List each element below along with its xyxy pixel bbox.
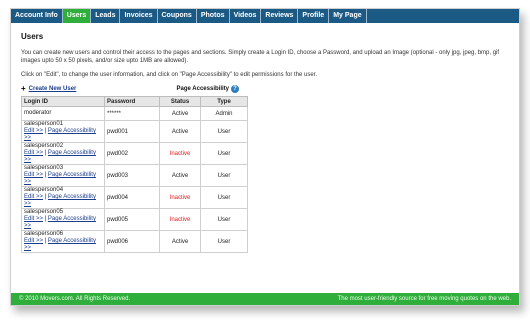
password-cell: pwd002 — [104, 142, 160, 165]
edit-link[interactable]: Edit >> — [24, 238, 43, 244]
type-cell: User — [200, 230, 248, 253]
type-cell: Admin — [200, 106, 248, 121]
edit-link[interactable]: Edit >> — [24, 172, 43, 178]
edit-link[interactable]: Edit >> — [24, 128, 43, 134]
login-id: moderator — [24, 110, 52, 116]
login-id: salesperson06 — [24, 231, 64, 237]
header-type: Type — [200, 96, 248, 107]
status-cell: Active — [159, 164, 201, 187]
nav-tab-profile[interactable]: Profile — [298, 9, 330, 23]
footer-tagline: The most user-friendly source for free m… — [337, 296, 511, 302]
header-status: Status — [159, 96, 201, 107]
nav-tab-photos[interactable]: Photos — [197, 9, 230, 23]
table-toolbar: + Create New User Page Accessibility ? — [21, 85, 245, 95]
login-id: salesperson05 — [24, 209, 64, 215]
table-row: salesperson03 Edit >> | Page Accessibilit… — [21, 164, 248, 187]
login-cell: salesperson05 Edit >> | Page Accessibilit… — [21, 208, 105, 231]
row-actions: Edit >> | Page Accessibility >> — [24, 128, 102, 142]
nav-tab-videos[interactable]: Videos — [230, 9, 262, 23]
type-cell: User — [200, 142, 248, 165]
nav-tab-my-page[interactable]: My Page — [329, 9, 367, 23]
nav-tab-leads[interactable]: Leads — [91, 9, 121, 23]
row-actions: Edit >> | Page Accessibility >> — [24, 194, 102, 208]
login-cell: salesperson06 Edit >> | Page Accessibilit… — [21, 230, 105, 253]
password-cell: ****** — [104, 106, 160, 121]
instruction-text: Click on "Edit", to change the user info… — [21, 72, 317, 78]
nav-tab-invoices[interactable]: Invoices — [120, 9, 158, 23]
password-cell: pwd005 — [104, 208, 160, 231]
main-content: Users You can create new users and contr… — [21, 27, 511, 253]
nav-tab-coupons[interactable]: Coupons — [158, 9, 197, 23]
status-cell: Active — [159, 230, 201, 253]
type-cell: User — [200, 208, 248, 231]
login-id: salesperson02 — [24, 143, 64, 149]
edit-link[interactable]: Edit >> — [24, 216, 43, 222]
type-cell: User — [200, 186, 248, 209]
password-cell: pwd001 — [104, 120, 160, 143]
header-login-id: Login ID — [21, 96, 105, 107]
login-id: salesperson03 — [24, 165, 64, 171]
login-cell: salesperson02 Edit >> | Page Accessibilit… — [21, 142, 105, 165]
header-password: Password — [104, 96, 160, 107]
password-cell: pwd006 — [104, 230, 160, 253]
users-table: Login ID Password Status Type moderator *… — [21, 96, 248, 253]
table-row: salesperson06 Edit >> | Page Accessibilit… — [21, 230, 248, 253]
table-row: salesperson02 Edit >> | Page Accessibilit… — [21, 142, 248, 165]
status-cell: Active — [159, 120, 201, 143]
footer-copyright: © 2010 Movers.com. All Rights Reserved. — [19, 296, 131, 302]
app-window: Account Info Users Leads Invoices Coupons Pho… — [10, 8, 520, 306]
login-cell: salesperson04 Edit >> | Page Accessibilit… — [21, 186, 105, 209]
page-title: Users — [21, 32, 44, 41]
page-accessibility-header: Page Accessibility ? — [177, 85, 239, 93]
edit-link[interactable]: Edit >> — [24, 150, 43, 156]
row-actions: Edit >> | Page Accessibility >> — [24, 172, 102, 186]
table-row: salesperson01 Edit >> | Page Accessibilit… — [21, 120, 248, 143]
password-cell: pwd004 — [104, 186, 160, 209]
login-cell: moderator — [21, 106, 105, 121]
password-cell: pwd003 — [104, 164, 160, 187]
top-nav: Account Info Users Leads Invoices Coupons Pho… — [11, 9, 519, 23]
table-row: salesperson05 Edit >> | Page Accessibilit… — [21, 208, 248, 231]
create-new-user: + Create New User — [21, 84, 77, 93]
intro-text: You can create new users and control the… — [21, 50, 500, 64]
status-cell: Inactive — [159, 186, 201, 209]
nav-tab-users[interactable]: Users — [62, 9, 92, 23]
edit-link[interactable]: Edit >> — [24, 194, 43, 200]
row-actions: Edit >> | Page Accessibility >> — [24, 150, 102, 164]
table-row: salesperson04 Edit >> | Page Accessibilit… — [21, 186, 248, 209]
status-cell: Inactive — [159, 208, 201, 231]
nav-tab-reviews[interactable]: Reviews — [261, 9, 299, 23]
login-id: salesperson01 — [24, 121, 64, 127]
page-accessibility-label: Page Accessibility — [176, 86, 229, 92]
status-cell: Active — [159, 106, 201, 121]
type-cell: User — [200, 120, 248, 143]
create-new-user-link[interactable]: Create New User — [29, 86, 77, 92]
footer: © 2010 Movers.com. All Rights Reserved. … — [11, 293, 519, 305]
row-actions: Edit >> | Page Accessibility >> — [24, 216, 102, 230]
table-row: moderator ****** Active Admin — [21, 106, 248, 121]
login-id: salesperson04 — [24, 187, 64, 193]
row-actions: Edit >> | Page Accessibility >> — [24, 238, 102, 252]
login-cell: salesperson01 Edit >> | Page Accessibilit… — [21, 120, 105, 143]
plus-icon: + — [21, 84, 26, 93]
table-header-row: Login ID Password Status Type — [21, 96, 248, 107]
help-icon[interactable]: ? — [231, 85, 239, 93]
status-cell: Inactive — [159, 142, 201, 165]
login-cell: salesperson03 Edit >> | Page Accessibilit… — [21, 164, 105, 187]
nav-tab-account-info[interactable]: Account Info — [11, 9, 63, 23]
type-cell: User — [200, 164, 248, 187]
